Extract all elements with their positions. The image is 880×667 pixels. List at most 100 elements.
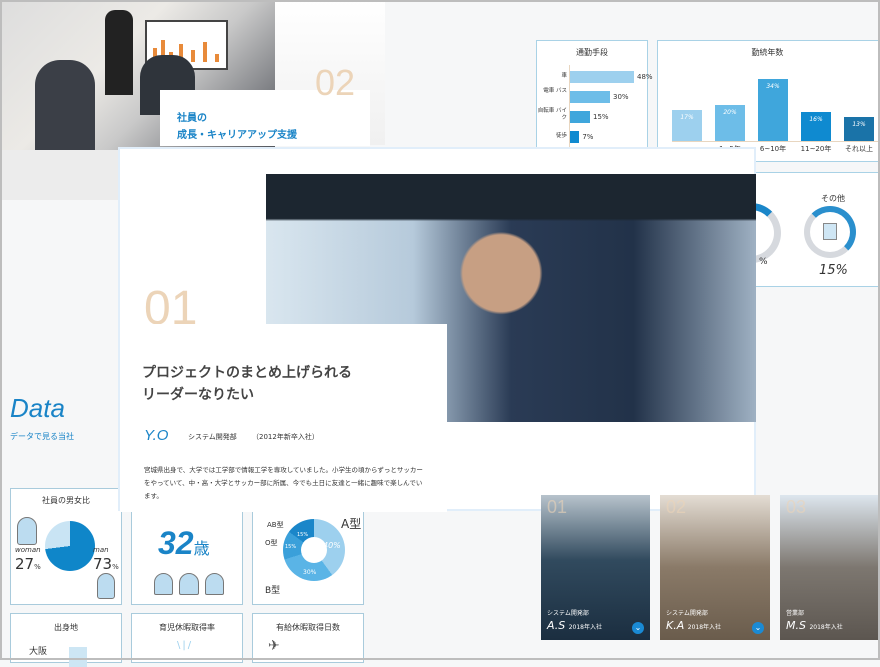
headline: プロジェクトのまとめ上げられる リーダーなりたい	[142, 362, 352, 406]
commute-bar	[570, 131, 580, 143]
building-icon	[823, 223, 837, 240]
bar-value-label: 17%	[680, 114, 694, 121]
gauge-value: %	[759, 257, 768, 267]
card-title: 育児休暇取得率	[159, 623, 215, 632]
slice-label: 15%	[297, 532, 309, 538]
bar-value-label: 7%	[582, 133, 594, 141]
chart-title: 勤続年数	[751, 48, 784, 57]
category-label: それ以上	[845, 145, 873, 153]
card-title: 社員の男女比	[42, 496, 90, 505]
category-label: 徒歩	[555, 133, 567, 139]
childcare-leave-card: 育児休暇取得率 \|/	[131, 613, 243, 663]
staff-year: 2018年入社	[809, 624, 843, 631]
tenure-chart: 勤続年数 17%20%1~5年34%6~10年16%11~20年13%それ以上	[657, 40, 880, 162]
woman-number: 27	[15, 555, 35, 573]
gauge-value: 15%	[819, 263, 848, 278]
bar-value-label: 16%	[809, 115, 823, 123]
bar-value-label: 20%	[723, 108, 737, 116]
b-type-label: B型	[265, 586, 281, 596]
axis	[672, 141, 880, 142]
chevron-down-icon[interactable]: ⌄	[752, 622, 764, 634]
feature-title: 社員の 成長・キャリアアップ支援	[177, 110, 297, 144]
staff-name: M.S 2018年入社	[786, 619, 843, 632]
commute-chart: 通勤手段 48% 車 30% 電車 バス 15% 自転車 バイク 7% 徒歩	[536, 40, 653, 151]
gauge-label: その他	[821, 194, 845, 203]
headline-line: リーダーなりたい	[142, 387, 254, 403]
bar-value-label: 15%	[593, 113, 609, 121]
age-unit: 歳	[193, 541, 210, 558]
category-label: 自転車 バイク	[537, 108, 567, 121]
staff-year: 2018年入社	[687, 624, 722, 631]
slice-label: 40%	[323, 541, 341, 550]
unit: %	[112, 563, 119, 571]
employee-department: システム開発部	[188, 433, 237, 441]
staff-year: 2018年入社	[568, 624, 602, 631]
staff-number: 01	[547, 497, 568, 517]
bar-value-label: 13%	[852, 121, 866, 129]
staff-card[interactable]: 02 システム開発部 K.A 2018年入社 ⌄	[660, 495, 770, 640]
staff-initials: A.S	[547, 619, 566, 632]
audience-member	[35, 60, 95, 150]
staff-initials: K.A	[666, 619, 685, 632]
bar	[69, 647, 87, 667]
chevron-down-icon[interactable]: ⌄	[632, 622, 644, 634]
feature-card-02[interactable]: 02 社員の 成長・キャリアアップ支援	[160, 62, 370, 146]
birthplace-card: 出身地 大阪	[10, 613, 122, 667]
commute-bar	[570, 91, 610, 103]
sparkle-icon: \|/	[177, 640, 194, 651]
section-subtitle: データで見る当社	[10, 432, 74, 441]
staff-card[interactable]: 03 営業部 M.S 2018年入社	[780, 495, 880, 640]
feature-number: 02	[315, 62, 356, 103]
a-type-label: A型	[341, 517, 362, 531]
employee-joined: （2012年新卒入社）	[252, 433, 319, 441]
staff-initials: M.S	[786, 619, 806, 632]
bar-value-label: 34%	[766, 83, 780, 90]
staff-number: 03	[786, 497, 807, 517]
unit: %	[34, 563, 41, 571]
interview-text: プロジェクトのまとめ上げられる リーダーなりたい Y.O システム開発部 （20…	[120, 324, 447, 512]
man-number: 73	[93, 555, 113, 573]
airplane-icon: ✈	[268, 638, 280, 654]
gender-ratio-card: 社員の男女比 woman 27% man 73%	[10, 488, 122, 605]
staff-name: K.A 2018年入社	[666, 619, 721, 632]
chart-title: 通勤手段	[576, 48, 608, 57]
bar-value-label: 48%	[637, 73, 653, 81]
age-value: 32	[158, 525, 194, 561]
headline-line: プロジェクトのまとめ上げられる	[142, 365, 352, 381]
staff-number: 02	[666, 497, 687, 517]
gender-pie	[45, 521, 95, 571]
staff-department: システム開発部	[666, 610, 708, 617]
staff-name: A.S 2018年入社	[547, 619, 602, 632]
interview-card-01[interactable]: 01 プロジェクトのまとめ上げられる リーダーなりたい Y.O システム開発部 …	[118, 147, 756, 512]
people-icons	[154, 573, 224, 595]
region-label: 大阪	[29, 647, 48, 657]
category-label: 車	[561, 73, 567, 79]
staff-department: システム開発部	[547, 610, 589, 617]
woman-label: woman	[15, 546, 41, 554]
staff-card[interactable]: 01 システム開発部 A.S 2018年入社 ⌄	[541, 495, 650, 640]
o-type-label: O型	[265, 539, 278, 547]
paid-leave-card: 有給休暇取得日数 ✈	[252, 613, 364, 663]
feature-title-line: 社員の	[177, 113, 207, 124]
bar-value-label: 30%	[613, 93, 629, 101]
man-icon	[97, 573, 115, 599]
card-title: 出身地	[54, 623, 78, 632]
category-label: 6~10年	[759, 145, 787, 153]
slice-label: 30%	[303, 569, 317, 576]
presenter	[105, 10, 133, 95]
ab-type-label: AB型	[267, 521, 284, 529]
commute-bar	[570, 71, 634, 83]
employee-initials: Y.O	[144, 427, 169, 444]
card-title: 有給休暇取得日数	[276, 623, 340, 632]
faded-photo	[0, 150, 120, 200]
man-label: man	[93, 546, 109, 554]
woman-value: 27%	[15, 555, 41, 573]
feature-title-line: 成長・キャリアアップ支援	[177, 130, 297, 141]
employee-bio: 宮城県出身で、大学では工学部で情報工学を専攻していました。小学生の頃からずっとサ…	[144, 466, 423, 500]
staff-department: 営業部	[786, 610, 805, 617]
commute-bar	[570, 111, 590, 123]
man-value: 73%	[93, 555, 119, 573]
category-label: 電車 バス	[543, 88, 567, 94]
woman-icon	[17, 517, 37, 545]
slice-label: 15%	[285, 544, 297, 550]
